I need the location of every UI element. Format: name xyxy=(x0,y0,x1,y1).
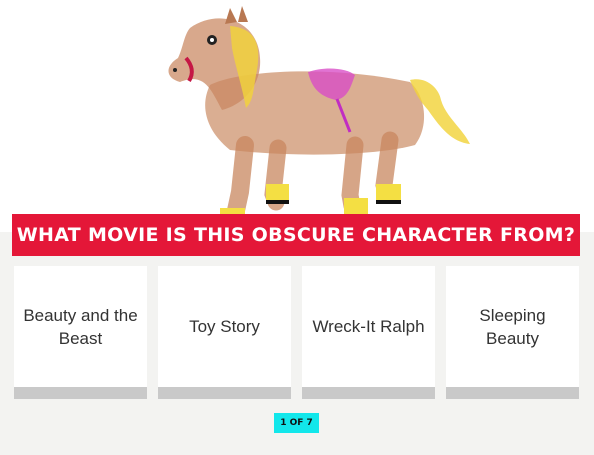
quiz-page: WHAT MOVIE IS THIS OBSCURE CHARACTER FRO… xyxy=(0,0,594,455)
question-title: WHAT MOVIE IS THIS OBSCURE CHARACTER FRO… xyxy=(16,224,576,246)
answer-label: Wreck-It Ralph xyxy=(312,317,425,336)
answer-option-wreck-it-ralph[interactable]: Wreck-It Ralph xyxy=(302,266,435,399)
horse-drawing-image xyxy=(0,0,594,232)
answer-option-sleeping-beauty[interactable]: Sleeping Beauty xyxy=(446,266,579,399)
answer-grid: Beauty and the Beast Toy Story Wreck-It … xyxy=(14,266,580,400)
answer-label: Sleeping Beauty xyxy=(479,305,546,348)
horse-illustration xyxy=(0,0,594,232)
answer-card-bottom-bar xyxy=(302,387,435,399)
answer-option-toy-story[interactable]: Toy Story xyxy=(158,266,291,399)
answer-card-bottom-bar xyxy=(14,387,147,399)
answer-card-bottom-bar xyxy=(158,387,291,399)
answer-label: Beauty and the Beast xyxy=(23,305,138,348)
progress-badge: 1 OF 7 xyxy=(274,413,319,433)
question-banner: WHAT MOVIE IS THIS OBSCURE CHARACTER FRO… xyxy=(12,214,580,256)
answer-card-bottom-bar xyxy=(446,387,579,399)
answer-label: Toy Story xyxy=(189,317,260,336)
answer-option-beauty-and-the-beast[interactable]: Beauty and the Beast xyxy=(14,266,147,399)
